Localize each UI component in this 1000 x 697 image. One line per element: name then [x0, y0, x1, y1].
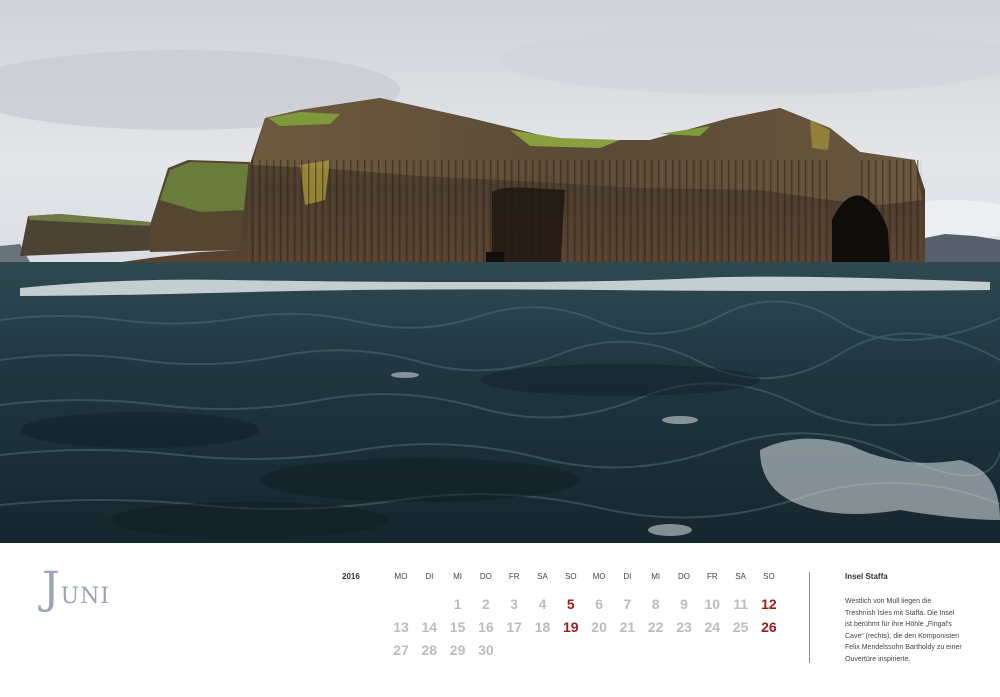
day-cell: 13: [393, 619, 409, 635]
weekday-label: FR: [508, 572, 520, 581]
cover-photo: [0, 0, 1000, 543]
day-cell: 2: [481, 596, 490, 612]
day-cell: 22: [647, 619, 664, 635]
weekday-label: MI: [651, 572, 661, 581]
weekday-label: SA: [735, 572, 746, 581]
weekday-label: SO: [565, 572, 577, 581]
year-label: 2016: [342, 572, 360, 581]
month-title: Juni: [42, 563, 110, 614]
island-photo: [0, 0, 1000, 543]
day-cell: 10: [704, 596, 721, 612]
day-cell: 9: [680, 596, 688, 612]
weekday-label: DI: [623, 572, 632, 581]
weekday-label: MO: [394, 572, 408, 581]
weekday-label: DO: [479, 572, 492, 581]
info-text: Westlich von Mull liegen die Treshnish I…: [845, 598, 962, 663]
day-cell: 17: [506, 619, 522, 635]
day-cell: 11: [733, 596, 748, 612]
day-cell: 1: [453, 596, 462, 612]
day-cell: 4: [538, 596, 547, 612]
day-cell: 28: [421, 642, 438, 658]
day-cell: 6: [595, 596, 603, 612]
day-cell: 21: [619, 619, 636, 635]
day-cell: 23: [676, 619, 692, 635]
weekday-label: FR: [706, 572, 718, 581]
day-cell: 7: [623, 596, 632, 612]
day-cell-sunday: 12: [761, 596, 777, 612]
calendar-strip: Juni 2016 Insel Staffa Westlich von Mull…: [0, 543, 1000, 697]
day-cell: 27: [393, 642, 409, 658]
day-cell: 8: [651, 596, 660, 612]
day-cell-sunday: 26: [761, 619, 777, 635]
day-cell-sunday: 19: [563, 619, 579, 635]
day-cell: 18: [534, 619, 551, 635]
day-cell: 20: [591, 619, 607, 635]
day-cell: 14: [421, 619, 438, 635]
weekday-label: SO: [763, 572, 775, 581]
day-cell: 24: [704, 619, 721, 635]
weekday-label: SA: [537, 572, 548, 581]
info-title: Insel Staffa: [845, 572, 888, 581]
day-cell: 3: [510, 596, 519, 612]
weekday-label: DO: [678, 572, 690, 581]
weekday-label: DI: [425, 572, 434, 581]
day-cell-sunday: 5: [566, 596, 575, 612]
weekday-label: MI: [453, 572, 463, 581]
weekday-label: MO: [592, 572, 606, 581]
day-cell: 16: [478, 619, 494, 635]
day-cell: 30: [478, 642, 494, 658]
day-cell: 15: [449, 619, 466, 635]
day-cell: 25: [732, 619, 749, 635]
month-name: Juni: [42, 563, 111, 614]
divider-line: [809, 572, 810, 663]
day-cell: 29: [449, 642, 466, 658]
